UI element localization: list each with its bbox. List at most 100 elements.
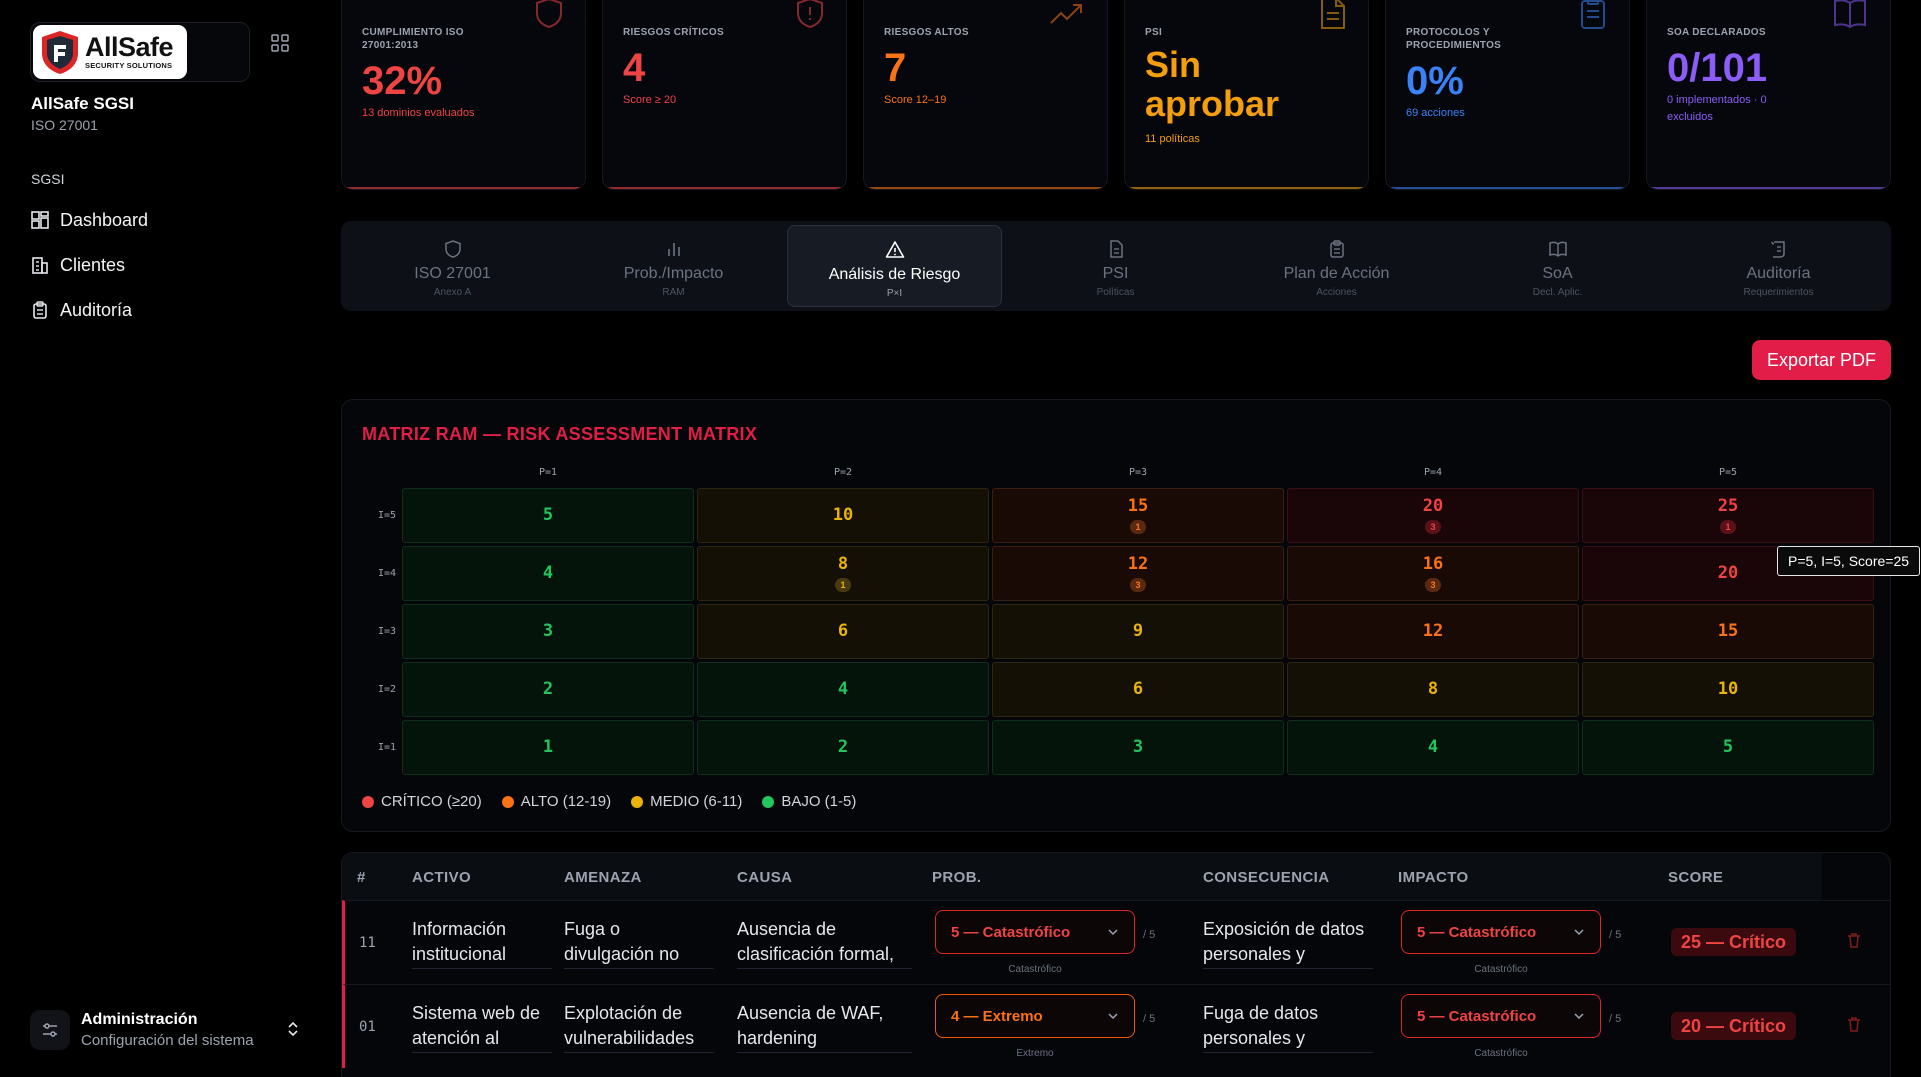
matrix-cell[interactable]: 15	[1582, 604, 1874, 659]
prob-select[interactable]: 5 — Catastrófico	[935, 910, 1135, 954]
matrix-cell-score: 8	[837, 554, 849, 574]
matrix-cell[interactable]: 6	[992, 662, 1284, 717]
logo-container[interactable]: AllSafe SECURITY SOLUTIONS	[30, 22, 250, 82]
trash-icon[interactable]	[1845, 1015, 1863, 1033]
chevron-down-icon	[1108, 929, 1118, 936]
matrix-cell[interactable]: 5	[1582, 720, 1874, 775]
matrix-cell[interactable]: 12 3	[992, 546, 1284, 601]
tab-plan-accion[interactable]: Plan de Acción Acciones	[1229, 225, 1444, 307]
matrix-cell[interactable]: 3	[992, 720, 1284, 775]
matrix-cell-score: 3	[542, 621, 554, 641]
matrix-cell[interactable]: 4	[697, 662, 989, 717]
logo-brand: AllSafe	[85, 32, 174, 63]
matrix-cell[interactable]: 4	[402, 546, 694, 601]
kpi-sub: Score 12–19	[884, 94, 947, 106]
cell-amenaza[interactable]: Explotación de vulnerabilidades	[564, 1001, 714, 1053]
matrix-cell-tooltip: P=5, I=5, Score=25	[1777, 546, 1921, 576]
matrix-cell-count-badge: 3	[1425, 520, 1441, 534]
tab-soa[interactable]: SoA Decl. Aplic.	[1450, 225, 1665, 307]
kpi-sub: 0 implementados · 0 excluidos	[1667, 92, 1767, 125]
impacto-select[interactable]: 5 — Catastrófico	[1401, 910, 1601, 954]
bar-chart-icon	[667, 243, 680, 256]
dashboard-icon	[31, 211, 49, 229]
warning-triangle-icon	[885, 241, 904, 258]
cell-activo[interactable]: Sistema web de atención al	[412, 1001, 552, 1053]
grid-toggle-icon[interactable]	[270, 33, 290, 53]
tab-prob-impacto[interactable]: Prob./Impacto RAM	[566, 225, 781, 307]
admin-subtitle: Configuración del sistema	[81, 1032, 254, 1049]
admin-menu[interactable]: Administración Configuración del sistema	[30, 1006, 300, 1054]
matrix-row-header: I=5	[377, 510, 396, 521]
matrix-cell[interactable]: 4	[1287, 720, 1579, 775]
tab-label: Prob./Impacto	[623, 265, 724, 282]
matrix-cell[interactable]: 15 1	[992, 488, 1284, 543]
matrix-cell-score: 15	[1717, 621, 1739, 641]
row-number: 01	[359, 1019, 376, 1035]
matrix-row-header: I=2	[377, 684, 396, 695]
tab-auditoria[interactable]: Auditoría Requerimientos	[1671, 225, 1886, 307]
matrix-cell-score: 8	[1427, 679, 1439, 699]
matrix-cell[interactable]: 81	[697, 546, 989, 601]
legend-item-medio: MEDIO (6-11)	[631, 793, 742, 810]
kpi-value: 4	[623, 46, 646, 90]
impacto-select[interactable]: 5 — Catastrófico	[1401, 994, 1601, 1038]
tab-iso27001[interactable]: ISO 27001 Anexo A	[345, 225, 560, 307]
matrix-cell[interactable]: 2	[402, 662, 694, 717]
trash-icon[interactable]	[1845, 931, 1863, 949]
matrix-col-header: P=5	[1718, 467, 1738, 478]
tab-psi[interactable]: PSI Políticas	[1008, 225, 1223, 307]
kpi-value: 7	[884, 46, 907, 90]
legend-dot	[762, 795, 775, 808]
matrix-cell[interactable]: 3	[402, 604, 694, 659]
tab-sub: Anexo A	[433, 287, 472, 298]
matrix-cell[interactable]: 16 3	[1287, 546, 1579, 601]
tab-sub: Políticas	[1096, 287, 1135, 298]
matrix-cell[interactable]: 20 3	[1287, 488, 1579, 543]
matrix-cell[interactable]: 6	[697, 604, 989, 659]
matrix-cell[interactable]: 10	[1582, 662, 1874, 717]
prob-select-value: 4 — Extremo	[951, 1008, 1043, 1025]
tab-label: PSI	[1102, 265, 1129, 282]
cell-causa[interactable]: Ausencia de clasificación formal,	[737, 917, 912, 969]
chevron-down-icon	[1574, 1013, 1584, 1020]
kpi-sub: Score ≥ 20	[623, 94, 677, 106]
tab-analisis-riesgo[interactable]: Análisis de Riesgo P×I	[787, 225, 1002, 307]
clipboard-list-icon	[1581, 0, 1605, 29]
matrix-cell[interactable]: 1	[402, 720, 694, 775]
cell-amenaza[interactable]: Fuga o divulgación no	[564, 917, 714, 969]
tab-sub: Decl. Aplic.	[1532, 287, 1583, 298]
shield-icon	[536, 0, 562, 29]
table-row[interactable]: 01 Sistema web de atención al Explotació…	[342, 984, 1890, 1068]
matrix-cell[interactable]: 2	[697, 720, 989, 775]
matrix-title: MATRIZ RAM — RISK ASSESSMENT MATRIX	[362, 424, 758, 444]
prob-select[interactable]: 4 — Extremo	[935, 994, 1135, 1038]
sidebar-item-auditoria[interactable]: Auditoría	[30, 295, 290, 325]
matrix-cell-count-badge: 3	[1425, 578, 1441, 592]
cell-causa[interactable]: Ausencia de WAF, hardening	[737, 1001, 912, 1053]
export-pdf-button[interactable]: Exportar PDF	[1752, 340, 1891, 380]
sidebar-item-clientes[interactable]: Clientes	[30, 250, 290, 280]
tab-label: ISO 27001	[414, 265, 491, 282]
matrix-col-header: P=4	[1423, 467, 1443, 478]
table-row[interactable]: 11 Información institucional Fuga o divu…	[342, 900, 1890, 984]
prob-select-value: 5 — Catastrófico	[951, 924, 1071, 941]
cell-activo[interactable]: Información institucional	[412, 917, 552, 969]
matrix-cell-score: 2	[837, 737, 849, 757]
cell-consecuencia[interactable]: Exposición de datos personales y	[1203, 917, 1373, 969]
matrix-cell[interactable]: 9	[992, 604, 1284, 659]
col-header-amenaza: AMENAZA	[564, 869, 642, 886]
kpi-card-soa: SOA DECLARADOS 0/101 0 implementados · 0…	[1646, 0, 1891, 190]
matrix-cell[interactable]: 25 1	[1582, 488, 1874, 543]
matrix-cell[interactable]: 12	[1287, 604, 1579, 659]
cell-consecuencia[interactable]: Fuga de datos personales y	[1203, 1001, 1373, 1053]
matrix-cell[interactable]: 8	[1287, 662, 1579, 717]
matrix-cell-score: 12	[1422, 621, 1444, 641]
tab-label: SoA	[1542, 265, 1573, 282]
col-header-num: #	[357, 869, 366, 886]
book-icon	[1834, 0, 1866, 29]
matrix-cell[interactable]: 5	[402, 488, 694, 543]
kpi-label: SOA DECLARADOS	[1667, 27, 1766, 38]
sidebar-item-dashboard[interactable]: Dashboard	[30, 205, 290, 235]
document-icon	[1321, 0, 1345, 29]
matrix-cell[interactable]: 10	[697, 488, 989, 543]
